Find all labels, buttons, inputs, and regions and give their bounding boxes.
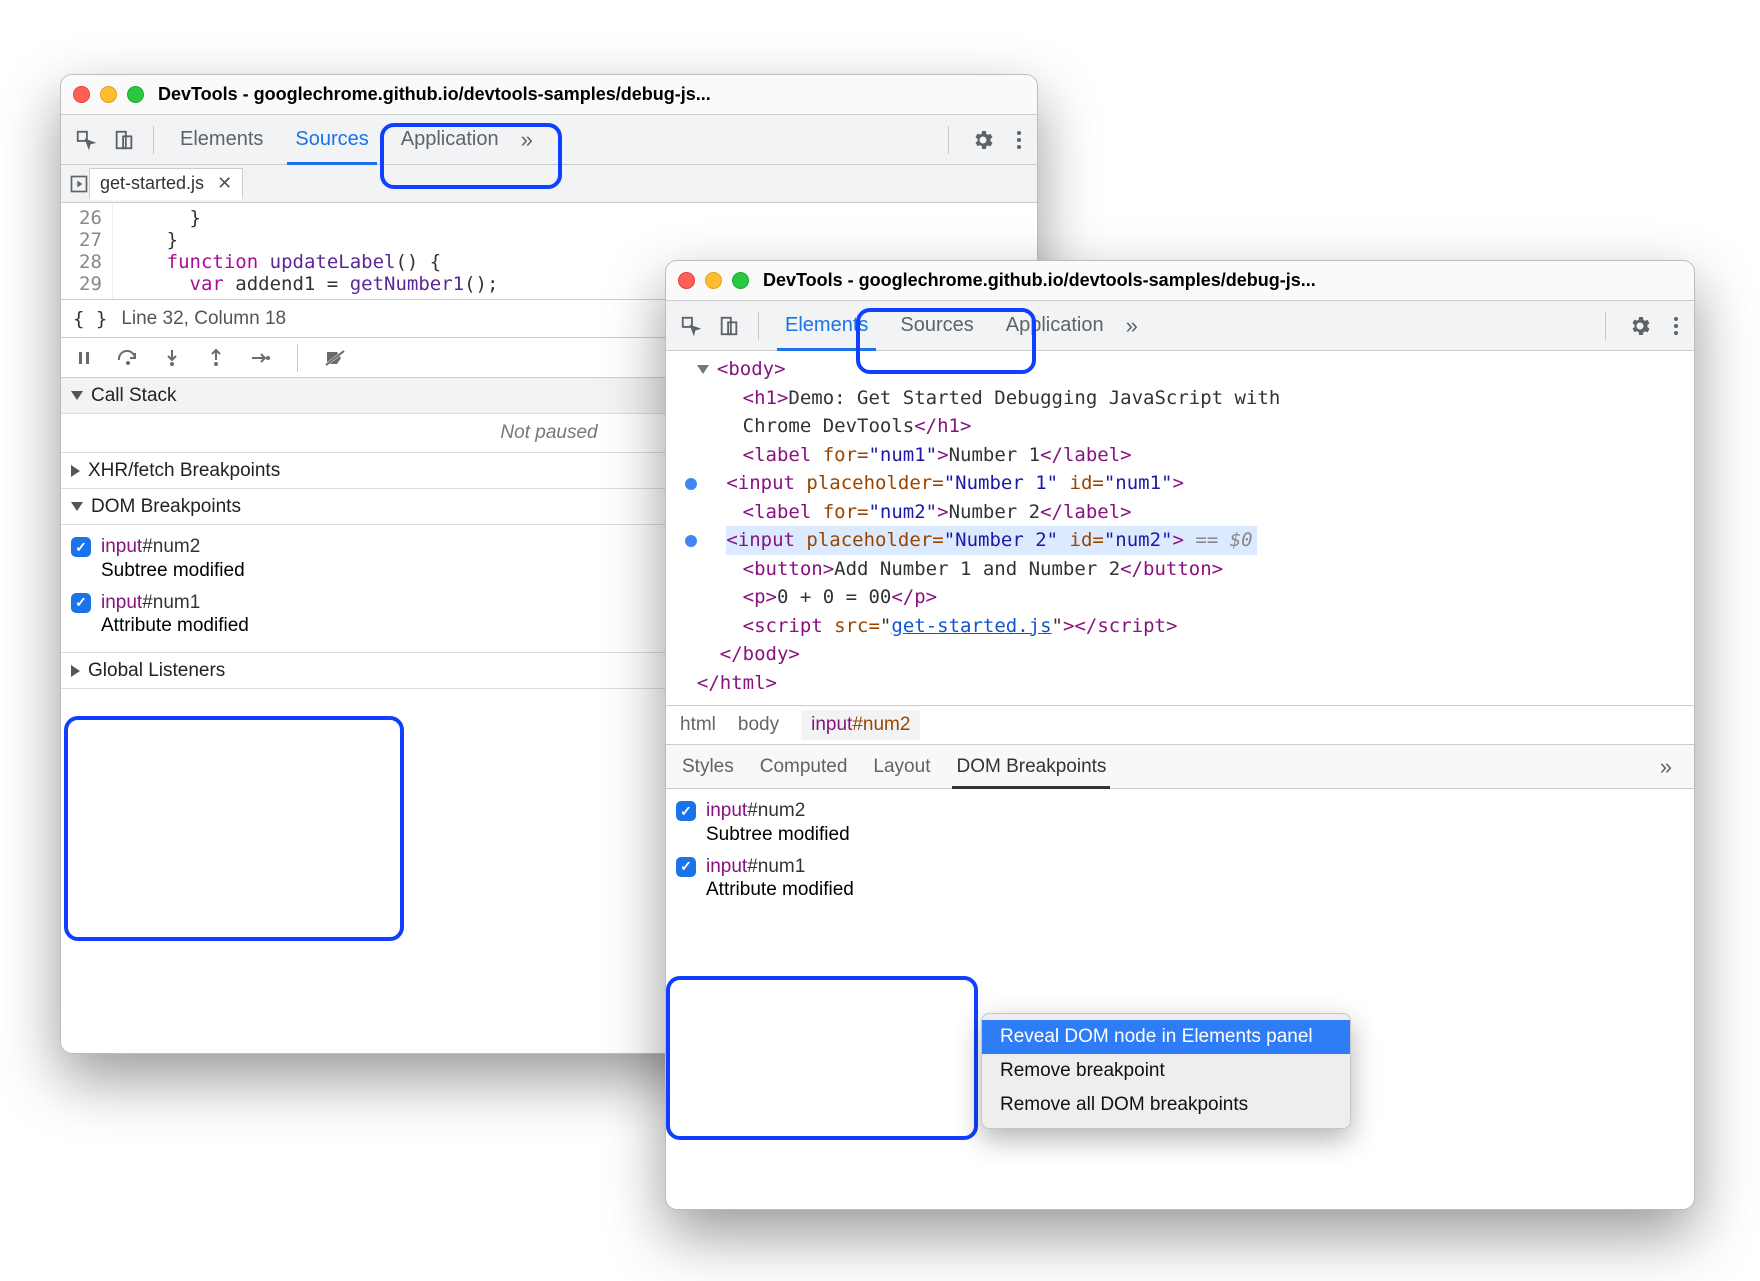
divider	[153, 126, 154, 154]
more-tabs-icon[interactable]: »	[1660, 754, 1672, 780]
breakpoint-label: input#num1Attribute modified	[706, 855, 854, 903]
panel-tabs: Elements Sources Application »	[61, 115, 1037, 165]
traffic-lights	[678, 272, 749, 289]
inspect-icon[interactable]	[678, 313, 704, 339]
tab-styles[interactable]: Styles	[682, 745, 734, 788]
divider	[1605, 312, 1606, 340]
kebab-icon[interactable]	[1007, 128, 1031, 152]
checkbox-icon[interactable]: ✓	[676, 857, 696, 877]
breakpoint-label: input#num2Subtree modified	[101, 535, 245, 583]
styles-tabbar: Styles Computed Layout DOM Breakpoints »	[666, 745, 1694, 789]
dom-breakpoint-item[interactable]: ✓ input#num1Attribute modified	[676, 851, 1684, 907]
deactivate-breakpoints-icon[interactable]	[324, 347, 346, 369]
step-out-icon[interactable]	[205, 347, 227, 369]
gear-icon[interactable]	[1628, 314, 1652, 338]
tab-application[interactable]: Application	[385, 115, 515, 164]
device-toggle-icon[interactable]	[111, 127, 137, 153]
breadcrumb: html body input#num2	[666, 705, 1694, 745]
divider	[948, 126, 949, 154]
titlebar[interactable]: DevTools - googlechrome.github.io/devtoo…	[61, 75, 1037, 115]
ctx-remove-all-breakpoints[interactable]: Remove all DOM breakpoints	[982, 1088, 1350, 1122]
pretty-print-icon[interactable]: { }	[73, 308, 107, 330]
tab-sources[interactable]: Sources	[884, 301, 989, 350]
tab-sources[interactable]: Sources	[279, 115, 384, 164]
step-icon[interactable]	[249, 347, 271, 369]
step-over-icon[interactable]	[117, 347, 139, 369]
ctx-reveal-node[interactable]: Reveal DOM node in Elements panel	[982, 1020, 1350, 1054]
tab-elements[interactable]: Elements	[769, 301, 884, 350]
context-menu: Reveal DOM node in Elements panel Remove…	[981, 1013, 1351, 1129]
step-into-icon[interactable]	[161, 347, 183, 369]
pause-icon[interactable]	[73, 347, 95, 369]
file-tabs: get-started.js ✕	[61, 165, 1037, 203]
dom-tree[interactable]: <body> <h1>Demo: Get Started Debugging J…	[666, 351, 1694, 705]
minimize-icon[interactable]	[705, 272, 722, 289]
divider	[758, 312, 759, 340]
navigator-icon[interactable]	[69, 174, 89, 194]
panel-tabs: Elements Sources Application »	[666, 301, 1694, 351]
window-title: DevTools - googlechrome.github.io/devtoo…	[763, 270, 1682, 291]
selected-node[interactable]: <input placeholder="Number 2" id="num2">…	[726, 526, 1256, 555]
zoom-icon[interactable]	[732, 272, 749, 289]
file-name: get-started.js	[100, 173, 204, 193]
device-toggle-icon[interactable]	[716, 313, 742, 339]
inspect-icon[interactable]	[73, 127, 99, 153]
cursor-position: Line 32, Column 18	[121, 308, 286, 330]
zoom-icon[interactable]	[127, 86, 144, 103]
close-icon[interactable]: ✕	[217, 173, 232, 193]
crumb-input[interactable]: input#num2	[801, 710, 920, 740]
line-gutter: 26 27 28 29	[61, 203, 113, 299]
divider	[297, 344, 298, 372]
checkbox-icon[interactable]: ✓	[676, 801, 696, 821]
tab-elements[interactable]: Elements	[164, 115, 279, 164]
source-text: } } function updateLabel() { var addend1…	[113, 203, 507, 299]
gear-icon[interactable]	[971, 128, 995, 152]
breakpoint-dot-icon	[685, 535, 697, 547]
minimize-icon[interactable]	[100, 86, 117, 103]
dom-breakpoints-list: ✓ input#num2Subtree modified ✓ input#num…	[666, 789, 1694, 916]
checkbox-icon[interactable]: ✓	[71, 593, 91, 613]
breakpoint-label: input#num1Attribute modified	[101, 591, 249, 639]
window-title: DevTools - googlechrome.github.io/devtoo…	[158, 84, 1025, 105]
tab-layout[interactable]: Layout	[873, 745, 930, 788]
more-tabs-icon[interactable]: »	[1126, 313, 1138, 339]
titlebar[interactable]: DevTools - googlechrome.github.io/devtoo…	[666, 261, 1694, 301]
close-icon[interactable]	[678, 272, 695, 289]
breakpoint-label: input#num2Subtree modified	[706, 799, 850, 847]
tab-computed[interactable]: Computed	[760, 745, 848, 788]
traffic-lights	[73, 86, 144, 103]
ctx-remove-breakpoint[interactable]: Remove breakpoint	[982, 1054, 1350, 1088]
more-tabs-icon[interactable]: »	[521, 127, 533, 153]
tab-dom-breakpoints[interactable]: DOM Breakpoints	[956, 745, 1106, 788]
close-icon[interactable]	[73, 86, 90, 103]
crumb-body[interactable]: body	[738, 714, 779, 736]
dom-breakpoint-item[interactable]: ✓ input#num2Subtree modified	[676, 795, 1684, 851]
crumb-html[interactable]: html	[680, 714, 716, 736]
kebab-icon[interactable]	[1664, 314, 1688, 338]
tab-application[interactable]: Application	[990, 301, 1120, 350]
checkbox-icon[interactable]: ✓	[71, 537, 91, 557]
breakpoint-dot-icon	[685, 478, 697, 490]
file-tab[interactable]: get-started.js ✕	[89, 168, 243, 200]
